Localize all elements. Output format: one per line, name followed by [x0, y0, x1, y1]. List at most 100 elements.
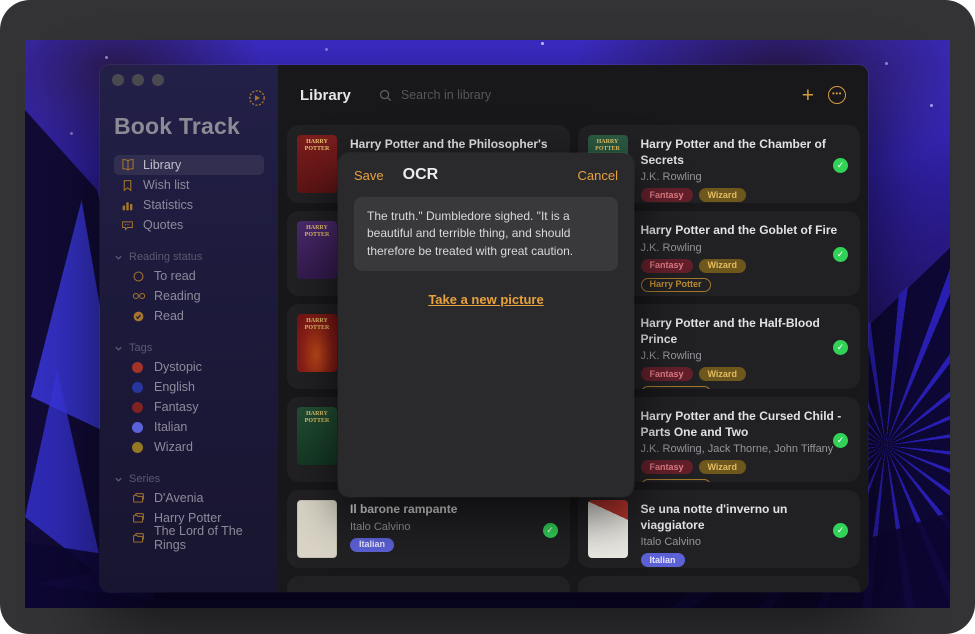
cancel-button[interactable]: Cancel [578, 168, 618, 183]
app-title: Book Track [114, 113, 240, 139]
minimize-window-button[interactable] [132, 74, 144, 86]
book-title: Harry Potter and the Goblet of Fire [640, 223, 838, 237]
sidebar-sub-item-italian[interactable]: Italian [114, 417, 264, 437]
read-check-icon: ✓ [542, 522, 558, 538]
folder-icon [132, 492, 146, 504]
book-author: Italo Calvino [640, 536, 702, 549]
search-input[interactable] [398, 87, 619, 103]
sidebar-sub-item-label: English [154, 380, 195, 395]
book-cover: HARRY POTTER [297, 407, 337, 465]
sidebar-sub-item-label: Harry Potter [154, 511, 222, 526]
sidebar-section-header[interactable]: Reading status [114, 248, 264, 266]
book-cover: HARRY POTTER [297, 135, 337, 193]
check-circle-icon [132, 310, 146, 323]
sidebar-section-header[interactable]: Series [114, 470, 264, 488]
tag-color-dot [132, 381, 143, 393]
book-author: Italo Calvino [350, 520, 411, 533]
series-pill: Harry Potter [640, 479, 711, 482]
save-button[interactable]: Save [354, 168, 384, 183]
sidebar-item-library[interactable]: Library [114, 155, 264, 176]
sidebar-sub-item-fantasy[interactable]: Fantasy [114, 397, 264, 417]
ocr-dialog-title: OCR [402, 166, 439, 183]
sidebar-section-tags: Tags Dystopic English Fantasy Italian Wi… [114, 339, 264, 457]
star [541, 42, 544, 45]
star [105, 56, 108, 59]
read-check-icon: ✓ [833, 522, 848, 538]
section-header-label: Reading status [129, 251, 203, 264]
sidebar-item-wish-list[interactable]: Wish list [114, 175, 264, 195]
sidebar-sub-item-label: Reading [154, 289, 201, 304]
take-new-picture-link[interactable]: Take a new picture [338, 292, 634, 307]
tag-pill-italian: Italian [350, 537, 395, 552]
book-author: J.K. Rowling [640, 171, 702, 184]
tag-pill-fantasy: Fantasy [640, 367, 693, 382]
chart-icon [121, 199, 135, 212]
book-cover [587, 500, 628, 558]
series-pill: Harry Potter [640, 277, 711, 292]
add-book-button[interactable]: + [802, 85, 814, 106]
star [885, 62, 888, 65]
read-check-icon: ✓ [833, 432, 848, 448]
tag-pill-fantasy: Fantasy [640, 188, 693, 203]
chevron-down-icon [114, 344, 123, 353]
tag-color-dot [132, 421, 143, 433]
sidebar-sub-item-the-lord-of-the-rings[interactable]: The Lord of The Rings [114, 524, 264, 552]
tag-pill-fantasy: Fantasy [640, 258, 693, 273]
sidebar-sub-item-d'avenia[interactable]: D'Avenia [114, 488, 264, 508]
section-header-label: Tags [129, 342, 153, 355]
zoom-window-button[interactable] [152, 74, 164, 86]
sidebar-sub-item-read[interactable]: Read [114, 306, 264, 326]
window-controls [112, 74, 164, 86]
book-author: J.K. Rowling [640, 350, 702, 363]
sidebar: Book Track Library Wish list Statistics … [100, 65, 278, 592]
sidebar-sub-item-reading[interactable]: Reading [114, 286, 264, 306]
book-card-partial [287, 576, 570, 592]
book-cover [297, 500, 337, 558]
sidebar-item-quotes[interactable]: Quotes [114, 215, 264, 235]
quote-icon [121, 219, 135, 232]
read-check-icon: ✓ [833, 246, 848, 262]
close-window-button[interactable] [112, 74, 124, 86]
book-cover: HARRY POTTER [297, 314, 337, 372]
search-icon [379, 89, 392, 102]
sidebar-toggle-icon[interactable] [248, 89, 266, 107]
glasses-icon [132, 291, 146, 301]
sidebar-sub-item-english[interactable]: English [114, 377, 264, 397]
chevron-down-icon [114, 253, 123, 262]
search-field[interactable] [379, 87, 788, 103]
sidebar-section-header[interactable]: Tags [114, 339, 264, 357]
chevron-down-icon [114, 475, 123, 484]
book-cover: HARRY POTTER [297, 221, 337, 279]
book-icon [121, 158, 135, 172]
wallpaper-shape [25, 370, 105, 580]
sidebar-sections: Reading status To read Reading Read Tags… [114, 248, 264, 552]
tag-color-dot [132, 361, 143, 373]
star [930, 104, 933, 107]
read-check-icon: ✓ [833, 157, 848, 173]
tag-pill-wizard: Wizard [698, 258, 746, 273]
tag-pill-fantasy: Fantasy [640, 460, 693, 475]
sidebar-section-series: Series D'Avenia Harry Potter The Lord of… [114, 470, 264, 552]
ocr-dialog-header: Save OCR Cancel [338, 153, 634, 184]
book-title: Harry Potter and the Half-Blood Prince [640, 316, 820, 346]
book-card[interactable]: Il barone rampante Italo Calvino Italian… [287, 490, 570, 568]
sidebar-sub-item-label: Dystopic [154, 360, 202, 375]
book-author: J.K. Rowling [640, 241, 702, 254]
book-title: Se una notte d'inverno un viaggiatore [640, 502, 788, 532]
book-author: J.K. Rowling, Jack Thorne, John Tiffany [640, 443, 834, 456]
book-card-partial [577, 576, 860, 592]
ocr-dialog: Save OCR Cancel The truth." Dumbledore s… [338, 153, 634, 497]
sidebar-sub-item-label: Italian [154, 420, 188, 435]
screenshot-stage: Book Track Library Wish list Statistics … [0, 0, 975, 634]
toolbar: Library + ••• [278, 65, 868, 125]
book-card[interactable]: Se una notte d'inverno un viaggiatore It… [577, 490, 860, 568]
sidebar-sub-item-label: The Lord of The Rings [154, 524, 243, 553]
tag-pill-wizard: Wizard [698, 188, 746, 203]
sidebar-sub-item-wizard[interactable]: Wizard [114, 437, 264, 457]
sidebar-sub-item-dystopic[interactable]: Dystopic [114, 357, 264, 377]
ocr-text-box[interactable]: The truth." Dumbledore sighed. "It is a … [354, 197, 618, 272]
sidebar-sub-item-to-read[interactable]: To read [114, 266, 264, 286]
more-options-button[interactable]: ••• [828, 86, 846, 104]
tag-color-dot [132, 441, 143, 453]
sidebar-item-statistics[interactable]: Statistics [114, 195, 264, 215]
